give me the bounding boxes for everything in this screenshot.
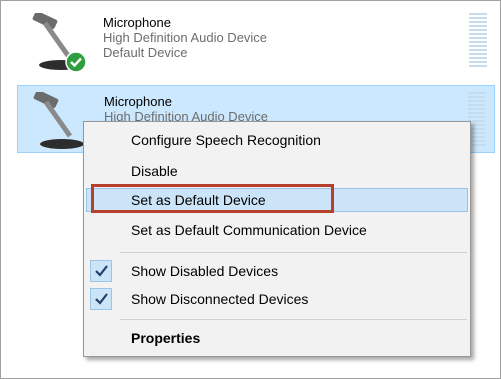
menu-item-label: Show Disabled Devices [131, 263, 279, 279]
level-meter [469, 13, 487, 69]
device-name: Microphone [103, 15, 171, 30]
menu-item-set-as-default-communication-device[interactable]: Set as Default Communication Device [86, 218, 468, 242]
device-list-panel: Microphone High Definition Audio Device … [0, 0, 501, 379]
menu-item-properties[interactable]: Properties [86, 326, 468, 350]
menu-item-label: Disable [131, 163, 178, 179]
menu-item-configure-speech-recognition[interactable]: Configure Speech Recognition [86, 128, 468, 152]
device-row-microphone-default[interactable]: Microphone High Definition Audio Device … [17, 7, 495, 75]
menu-item-show-disabled-devices[interactable]: Show Disabled Devices [86, 259, 468, 283]
menu-separator [120, 319, 467, 320]
checkmark-icon [90, 288, 112, 310]
default-check-badge-icon [65, 51, 87, 73]
menu-separator [120, 252, 467, 253]
menu-item-label: Show Disconnected Devices [131, 291, 309, 307]
menu-item-label: Properties [131, 330, 201, 346]
menu-item-disable[interactable]: Disable [86, 159, 468, 183]
menu-item-label: Set as Default Communication Device [131, 222, 367, 238]
context-menu: Configure Speech Recognition Disable Set… [83, 121, 471, 357]
menu-item-show-disconnected-devices[interactable]: Show Disconnected Devices [86, 287, 468, 311]
microphone-icon [33, 92, 84, 149]
device-name: Microphone [104, 94, 172, 109]
checkmark-icon [90, 260, 112, 282]
device-status: Default Device [103, 45, 188, 60]
callout-highlight-box [91, 184, 334, 213]
menu-item-label: Configure Speech Recognition [131, 132, 321, 148]
device-description: High Definition Audio Device [103, 30, 268, 45]
